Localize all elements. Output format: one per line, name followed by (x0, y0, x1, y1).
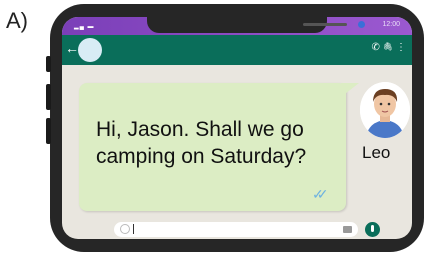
chat-app-bar: ← ✆ 🖇 ⋮ (62, 35, 412, 65)
read-receipt-icon: ✓✓ (312, 186, 329, 202)
avatar-icon[interactable] (78, 38, 102, 62)
message-text: Hi, Jason. Shall we go camping on Saturd… (96, 118, 307, 168)
back-arrow-icon[interactable]: ← (65, 41, 79, 55)
signal-icon: ▂▄ ▬ (74, 24, 95, 30)
message-input[interactable] (114, 222, 358, 237)
figure-label: A) (6, 8, 28, 33)
side-button-top (46, 56, 51, 72)
side-button-bottom (46, 118, 51, 144)
side-button-middle (46, 84, 51, 110)
speaker (303, 23, 347, 26)
boy-portrait-icon (360, 82, 410, 138)
notch (147, 17, 327, 33)
text-caret (133, 224, 134, 234)
app-bar-actions: ✆ 🖇 ⋮ (371, 42, 406, 53)
status-time: 12:00 (382, 21, 400, 28)
attach-icon[interactable]: 🖇 (383, 42, 393, 53)
camera-icon[interactable] (343, 226, 352, 233)
call-icon[interactable]: ✆ (371, 42, 379, 53)
sender-name: Leo (362, 143, 391, 162)
menu-icon[interactable]: ⋮ (396, 42, 406, 53)
mic-icon[interactable] (365, 222, 380, 237)
sender-photo (360, 82, 410, 138)
message-bubble-tail (341, 83, 359, 97)
emoji-icon[interactable] (120, 224, 130, 234)
front-camera (358, 21, 365, 28)
